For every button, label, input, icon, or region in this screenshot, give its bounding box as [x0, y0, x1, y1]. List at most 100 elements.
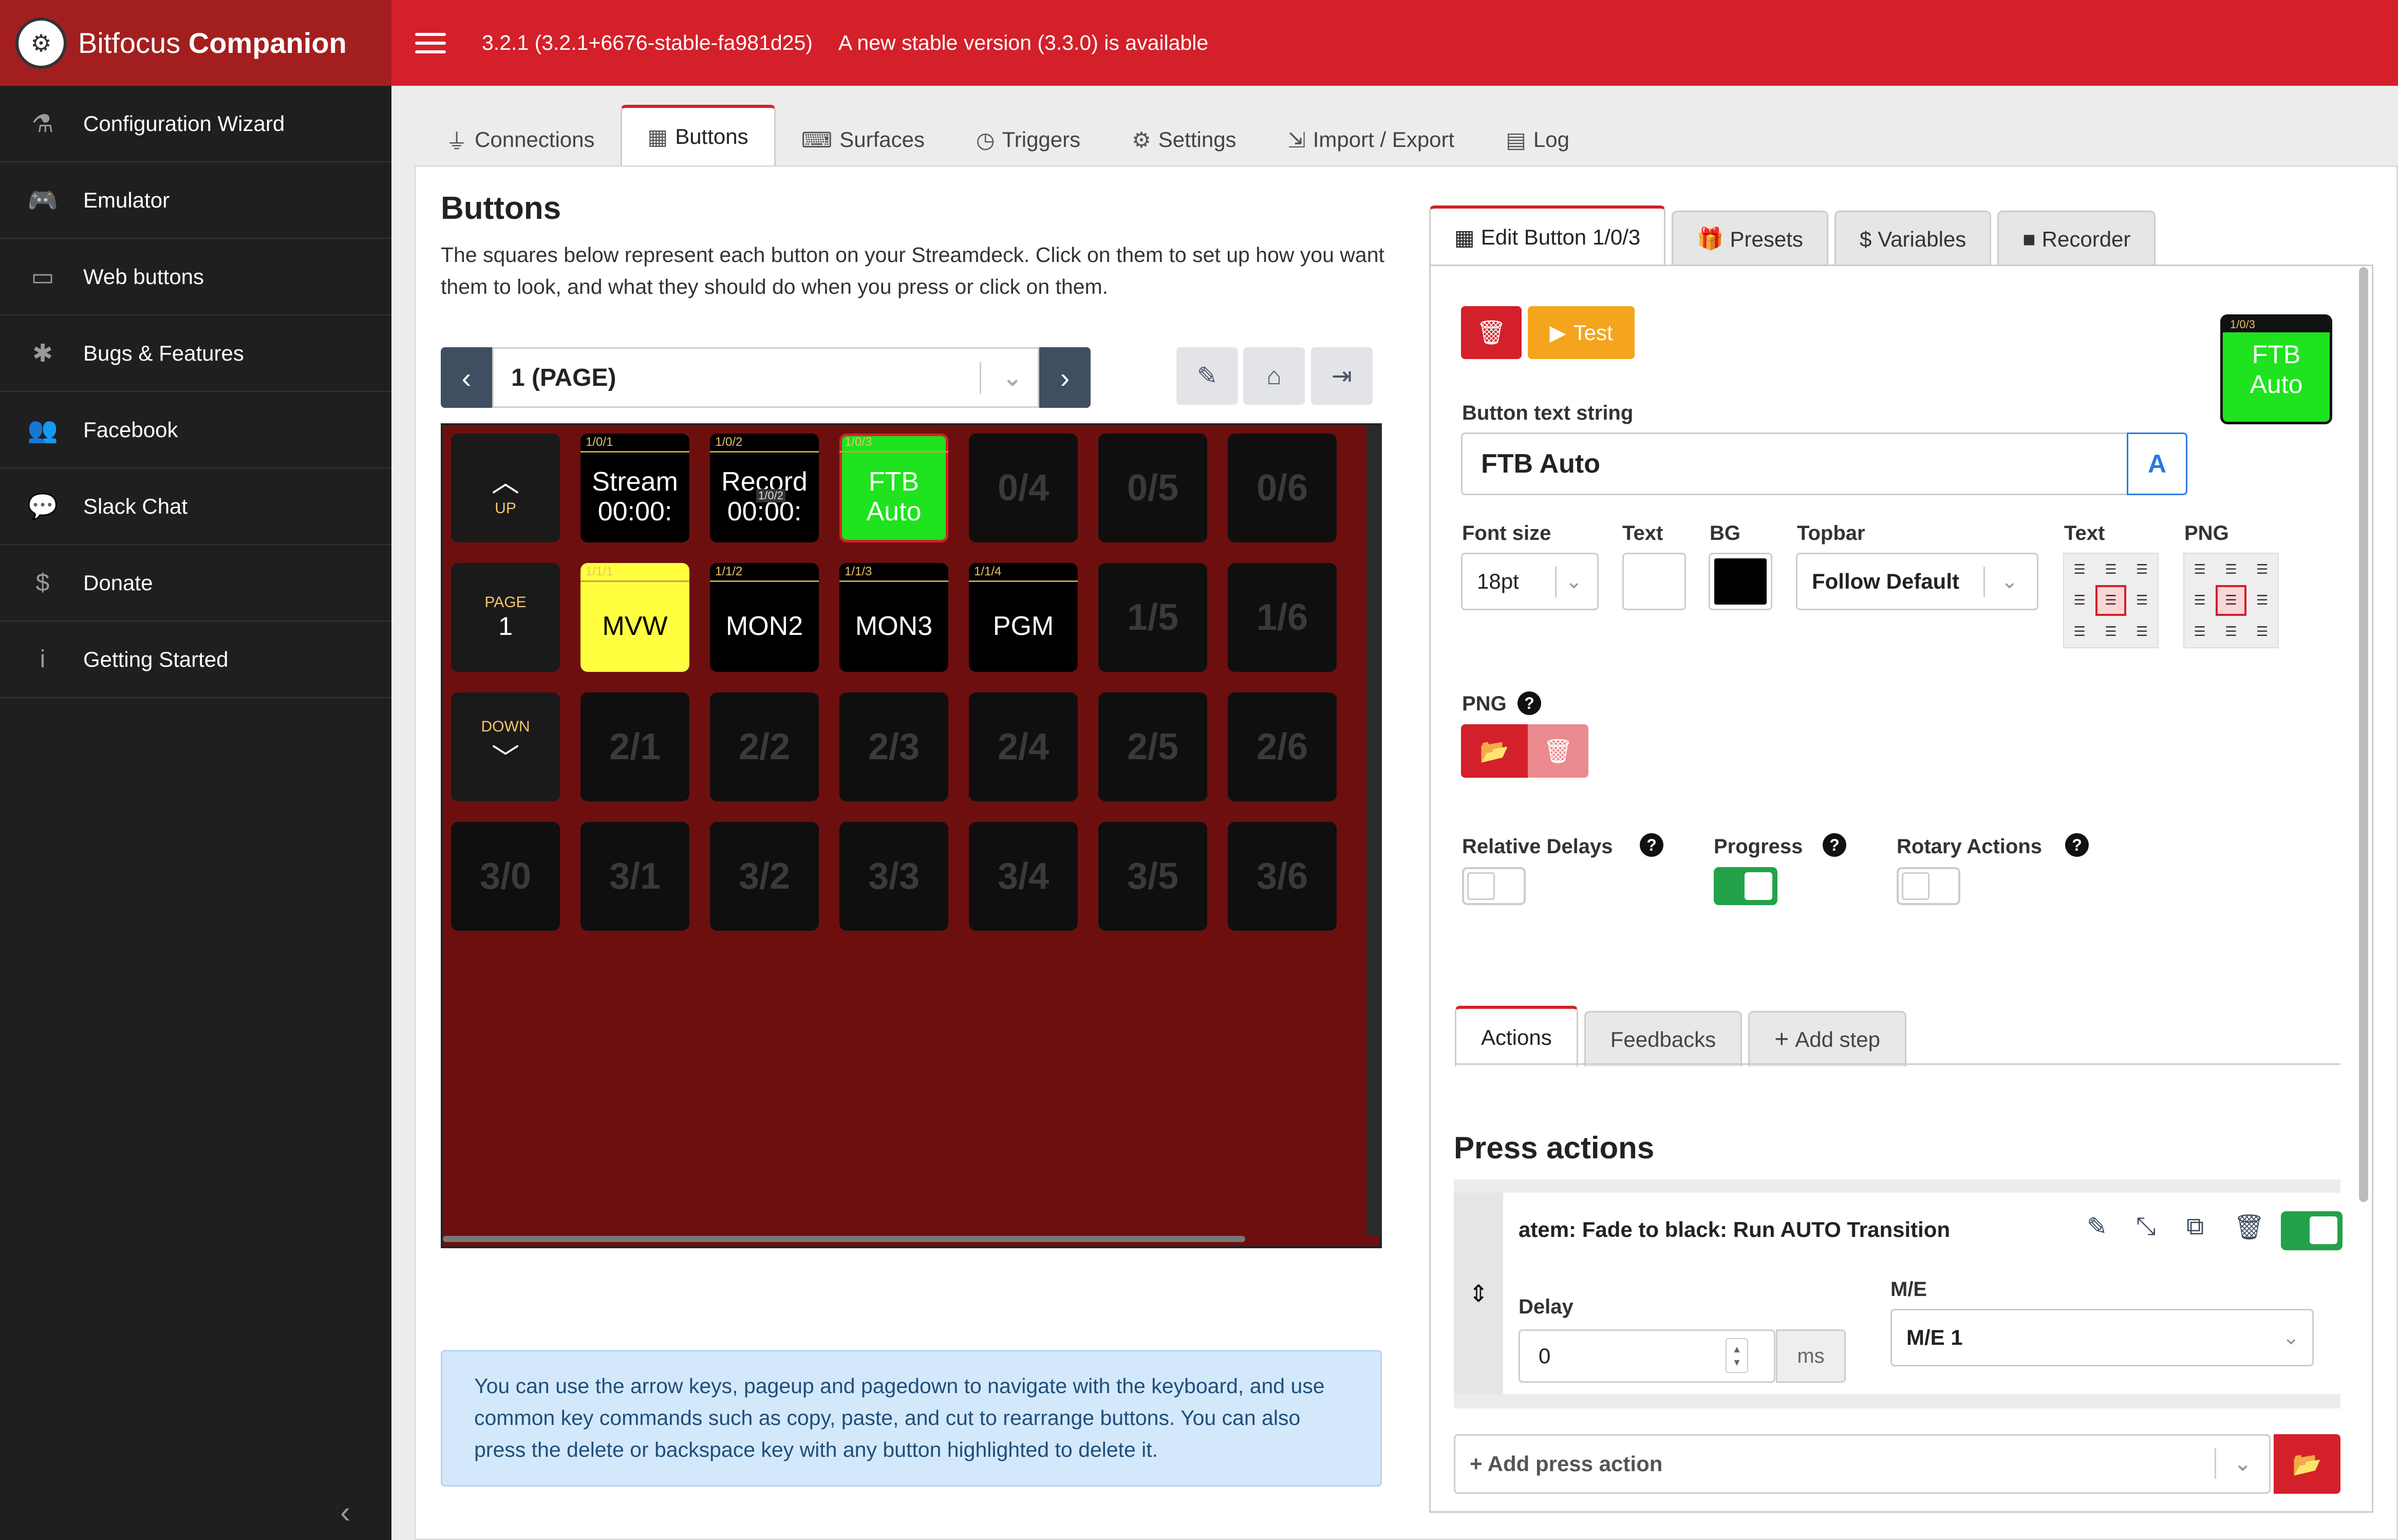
align-option[interactable]: ☰ — [2095, 554, 2127, 585]
grid-button[interactable]: 1/1/2 MON2 — [710, 563, 819, 672]
editor-tab-edit-button-1-0-3[interactable]: ▦ Edit Button 1/0/3 — [1429, 205, 1666, 266]
tab-buttons[interactable]: ▦ Buttons — [620, 105, 776, 165]
page-up-button[interactable]: ︿ UP — [451, 434, 560, 542]
menu-toggle-icon[interactable] — [415, 32, 446, 53]
relative-delays-help-icon[interactable]: ? — [1640, 833, 1663, 857]
copy-icon[interactable]: ⧉ — [2186, 1212, 2204, 1241]
add-press-action-select[interactable]: + Add press action ⌄ — [1454, 1434, 2271, 1494]
me-select[interactable]: M/E 1 ⌄ — [1890, 1309, 2314, 1366]
page-dropdown[interactable]: 1 (PAGE) ⌄ — [492, 347, 1039, 408]
empty-button-slot[interactable]: 2/3 — [839, 692, 948, 801]
empty-button-slot[interactable]: 0/5 — [1098, 434, 1207, 542]
empty-button-slot[interactable]: 3/2 — [710, 822, 819, 931]
progress-help-icon[interactable]: ? — [1823, 833, 1846, 857]
tab-settings[interactable]: ⚙ Settings — [1106, 114, 1262, 165]
empty-button-slot[interactable]: 3/5 — [1098, 822, 1207, 931]
compress-icon[interactable]: ⤡ — [2136, 1212, 2156, 1241]
align-option[interactable]: ☰ — [2126, 554, 2158, 585]
editor-scrollbar[interactable] — [2359, 267, 2368, 1202]
empty-button-slot[interactable]: 3/4 — [969, 822, 1078, 931]
grid-button[interactable]: 1/1/1 MVW — [580, 563, 689, 672]
expression-toggle-button[interactable]: A — [2127, 433, 2187, 495]
tab-connections[interactable]: ⏚ Connections — [420, 114, 621, 165]
text-alignment-picker[interactable]: ☰ ☰ ☰ ☰ ☰ ☰ ☰ ☰ ☰ — [2063, 553, 2159, 648]
empty-button-slot[interactable]: 2/6 — [1228, 692, 1337, 801]
empty-button-slot[interactable]: 3/6 — [1228, 822, 1337, 931]
tab-triggers[interactable]: ◷ Triggers — [950, 114, 1106, 165]
sidebar-item-donate[interactable]: $ Donate — [0, 545, 391, 622]
empty-button-slot[interactable]: 2/1 — [580, 692, 689, 801]
next-page-button[interactable]: › — [1039, 347, 1091, 408]
grid-scrollbar[interactable] — [443, 1236, 1245, 1242]
empty-button-slot[interactable]: 0/6 — [1228, 434, 1337, 542]
align-option[interactable]: ☰ — [2095, 616, 2127, 647]
rotary-actions-toggle[interactable] — [1897, 867, 1960, 905]
page-number-button[interactable]: PAGE 1 — [451, 563, 560, 672]
edit-page-name-button[interactable]: ✎ — [1176, 347, 1238, 405]
align-option[interactable]: ☰ — [2126, 585, 2158, 616]
empty-button-slot[interactable]: 1/6 — [1228, 563, 1337, 672]
page-down-button[interactable]: DOWN ﹀ — [451, 692, 560, 801]
update-notice[interactable]: A new stable version (3.3.0) is availabl… — [838, 31, 1208, 55]
grid-button[interactable]: 1/1/4 PGM — [969, 563, 1078, 672]
brand-title[interactable]: Bitfocus Companion — [78, 26, 347, 60]
align-option[interactable]: ☰ — [2215, 585, 2247, 616]
empty-button-slot[interactable]: 0/4 — [969, 434, 1078, 542]
align-option[interactable]: ☰ — [2246, 585, 2278, 616]
align-option[interactable]: ☰ — [2184, 554, 2216, 585]
prev-page-button[interactable]: ‹ — [441, 347, 492, 408]
align-option[interactable]: ☰ — [2095, 585, 2127, 616]
align-option[interactable]: ☰ — [2216, 616, 2247, 647]
sidebar-item-bugs-features[interactable]: ✱ Bugs & Features — [0, 315, 391, 392]
action-tab-add-step[interactable]: + Add step — [1748, 1011, 1907, 1066]
grid-button[interactable]: 1/1/3 MON3 — [839, 563, 948, 672]
delay-input[interactable]: 0 ▴ ▾ ms — [1519, 1329, 1846, 1383]
action-enabled-toggle[interactable] — [2281, 1211, 2343, 1250]
button-text-input[interactable]: FTB Auto — [1461, 433, 2129, 495]
align-option[interactable]: ☰ — [2216, 554, 2247, 585]
rotary-help-icon[interactable]: ? — [2065, 833, 2089, 857]
topbar-select[interactable]: Follow Default ⌄ — [1796, 553, 2038, 610]
action-tab-actions[interactable]: Actions — [1455, 1006, 1578, 1066]
align-option[interactable]: ☰ — [2246, 616, 2278, 647]
trash-icon[interactable]: 🗑 — [2234, 1212, 2265, 1242]
empty-button-slot[interactable]: 3/0 — [451, 822, 560, 931]
editor-tab-recorder[interactable]: ■ Recorder — [1997, 211, 2156, 266]
sidebar-item-facebook[interactable]: 👥 Facebook — [0, 392, 391, 468]
png-open-button[interactable]: 📂 — [1461, 724, 1528, 778]
png-delete-button[interactable]: 🗑 — [1528, 724, 1588, 778]
tab-import-export[interactable]: ⇲ Import / Export — [1262, 114, 1481, 165]
empty-button-slot[interactable]: 3/3 — [839, 822, 948, 931]
grid-button[interactable]: 1/0/2 Record 00:00: 1/0/2 — [710, 434, 819, 542]
png-alignment-picker[interactable]: ☰ ☰ ☰ ☰ ☰ ☰ ☰ ☰ ☰ — [2183, 553, 2279, 648]
empty-button-slot[interactable]: 2/4 — [969, 692, 1078, 801]
sidebar-item-emulator[interactable]: 🎮 Emulator — [0, 162, 391, 239]
export-page-button[interactable]: ⇥ — [1311, 347, 1373, 405]
align-option[interactable]: ☰ — [2064, 554, 2095, 585]
align-option[interactable]: ☰ — [2126, 616, 2158, 647]
bg-color-swatch[interactable] — [1709, 553, 1772, 610]
align-option[interactable]: ☰ — [2246, 554, 2278, 585]
tab-log[interactable]: ▤ Log — [1480, 114, 1595, 165]
align-option[interactable]: ☰ — [2064, 585, 2095, 616]
sidebar-collapse-icon[interactable]: ‹ — [340, 1494, 350, 1530]
test-button[interactable]: ▶ Test — [1528, 306, 1635, 359]
text-color-swatch[interactable] — [1622, 553, 1686, 610]
drag-handle-icon[interactable]: ⇕ — [1454, 1193, 1503, 1394]
empty-button-slot[interactable]: 1/5 — [1098, 563, 1207, 672]
delete-button[interactable]: 🗑 — [1461, 306, 1522, 359]
empty-button-slot[interactable]: 3/1 — [580, 822, 689, 931]
align-option[interactable]: ☰ — [2064, 616, 2095, 647]
delay-spinner[interactable]: ▴ ▾ — [1726, 1338, 1748, 1373]
empty-button-slot[interactable]: 2/5 — [1098, 692, 1207, 801]
font-size-select[interactable]: 18pt ⌄ — [1461, 553, 1599, 610]
grid-button[interactable]: 1/0/1 Stream 00:00: — [580, 434, 689, 542]
relative-delays-toggle[interactable] — [1462, 867, 1526, 905]
sidebar-item-slack-chat[interactable]: 💬 Slack Chat — [0, 468, 391, 545]
action-tab-feedbacks[interactable]: Feedbacks — [1584, 1011, 1743, 1066]
align-option[interactable]: ☰ — [2184, 585, 2216, 616]
align-option[interactable]: ☰ — [2184, 616, 2216, 647]
browse-actions-button[interactable]: 📂 — [2274, 1434, 2340, 1494]
tab-surfaces[interactable]: ⌨ Surfaces — [776, 114, 950, 165]
editor-tab-presets[interactable]: 🎁 Presets — [1672, 211, 1828, 266]
